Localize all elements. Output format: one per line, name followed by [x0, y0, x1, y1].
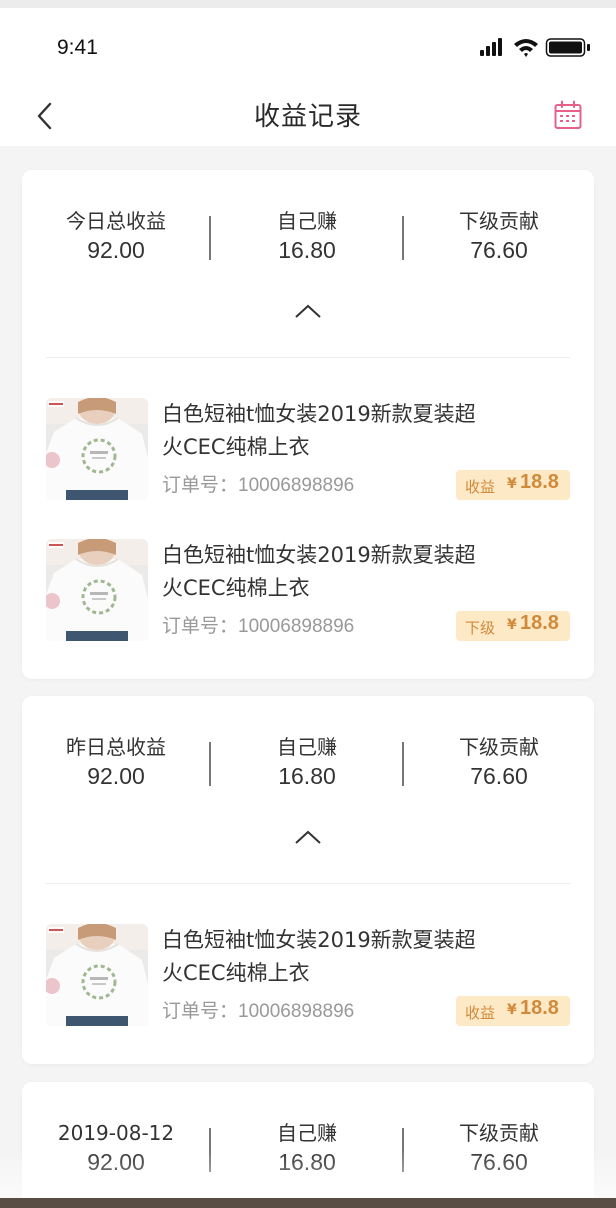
- self-value: 16.80: [278, 763, 336, 789]
- total-column: 2019-08-12 92.00: [21, 1120, 211, 1177]
- total-value: 92.00: [87, 1149, 145, 1175]
- top-strip: [0, 0, 616, 8]
- self-column: 自己赚 16.80: [212, 734, 402, 791]
- separator: [46, 357, 570, 358]
- self-column: 自己赚 16.80: [212, 1120, 402, 1177]
- currency-symbol: ¥: [507, 476, 517, 492]
- calendar-icon[interactable]: [554, 100, 582, 130]
- sub-column: 下级贡献 76.60: [404, 734, 594, 791]
- order-item[interactable]: 白色短袖t恤女装2019新款夏装超火CEC纯棉上衣 订单号：1000689889…: [46, 924, 570, 1026]
- self-value: 16.80: [278, 237, 336, 263]
- total-label: 今日总收益: [66, 209, 166, 233]
- page-title: 收益记录: [253, 102, 362, 132]
- self-label: 自己赚: [277, 209, 337, 233]
- badge-type: 收益: [465, 478, 496, 496]
- earning-badge: 收益 ¥ 18.8: [456, 996, 570, 1026]
- total-column: 今日总收益 92.00: [21, 208, 211, 265]
- status-icons: [480, 38, 590, 57]
- sub-value: 76.60: [470, 237, 528, 263]
- product-thumbnail: [46, 398, 148, 500]
- badge-type: 下级: [465, 619, 496, 637]
- order-label: 订单号：: [162, 615, 239, 637]
- earnings-card-yesterday: 昨日总收益 92.00 自己赚 16.80 下级贡献 76.60 白色短袖t恤女…: [22, 696, 594, 1064]
- signal-icon: [480, 38, 502, 56]
- sub-label: 下级贡献: [459, 735, 539, 759]
- product-title: 白色短袖t恤女装2019新款夏装超火CEC纯棉上衣: [162, 402, 476, 459]
- order-no: 10006898896: [238, 475, 355, 496]
- summary-row: 今日总收益 92.00 自己赚 16.80 下级贡献 76.60: [22, 170, 594, 290]
- sub-value: 76.60: [470, 763, 528, 789]
- product-thumbnail: [46, 539, 148, 641]
- sub-label: 下级贡献: [459, 1121, 539, 1145]
- header: 9:41 收益记录: [0, 0, 616, 146]
- sub-value: 76.60: [470, 1149, 528, 1175]
- collapse-toggle[interactable]: [294, 828, 322, 846]
- summary-row: 2019-08-12 92.00 自己赚 16.80 下级贡献 76.60: [22, 1082, 594, 1202]
- currency-symbol: ¥: [507, 1002, 517, 1018]
- divider: [209, 1128, 211, 1172]
- badge-amount: 18.8: [520, 612, 559, 634]
- divider: [209, 742, 211, 786]
- divider: [209, 216, 211, 260]
- self-label: 自己赚: [277, 735, 337, 759]
- date-label: 2019-08-12: [57, 1121, 175, 1145]
- earnings-card-today: 今日总收益 92.00 自己赚 16.80 下级贡献 76.60 白色短袖t恤女…: [22, 170, 594, 679]
- sub-label: 下级贡献: [459, 209, 539, 233]
- badge-amount: 18.8: [520, 997, 559, 1019]
- total-value: 92.00: [87, 763, 145, 789]
- separator: [46, 883, 570, 884]
- summary-row: 昨日总收益 92.00 自己赚 16.80 下级贡献 76.60: [22, 696, 594, 816]
- sub-column: 下级贡献 76.60: [404, 1120, 594, 1177]
- order-number: 订单号：10006898896: [162, 613, 354, 640]
- earnings-card-date: 2019-08-12 92.00 自己赚 16.80 下级贡献 76.60: [22, 1082, 594, 1208]
- self-column: 自己赚 16.80: [212, 208, 402, 265]
- order-number: 订单号：10006898896: [162, 472, 354, 499]
- total-column: 昨日总收益 92.00: [21, 734, 211, 791]
- order-no: 10006898896: [238, 1001, 355, 1022]
- wifi-icon: [514, 39, 538, 57]
- product-title: 白色短袖t恤女装2019新款夏装超火CEC纯棉上衣: [162, 543, 476, 600]
- order-no: 10006898896: [238, 616, 355, 637]
- earnings-screen: 9:41 收益记录 今日总收益 92.00 自己赚 16.80 下级贡献 76.…: [0, 0, 616, 1208]
- chevron-up-icon: [295, 830, 321, 844]
- order-label: 订单号：: [162, 474, 239, 496]
- total-label: 昨日总收益: [66, 735, 166, 759]
- product-title: 白色短袖t恤女装2019新款夏装超火CEC纯棉上衣: [162, 928, 476, 985]
- status-time: 9:41: [57, 36, 98, 59]
- earning-badge: 下级 ¥ 18.8: [456, 611, 570, 641]
- total-value: 92.00: [87, 237, 145, 263]
- collapse-toggle[interactable]: [294, 302, 322, 320]
- badge-type: 收益: [465, 1004, 496, 1022]
- chevron-up-icon: [295, 304, 321, 318]
- currency-symbol: ¥: [507, 617, 517, 633]
- order-number: 订单号：10006898896: [162, 998, 354, 1025]
- sub-column: 下级贡献 76.60: [404, 208, 594, 265]
- badge-amount: 18.8: [520, 471, 559, 493]
- self-value: 16.80: [278, 1149, 336, 1175]
- order-item[interactable]: 白色短袖t恤女装2019新款夏装超火CEC纯棉上衣 订单号：1000689889…: [46, 398, 570, 500]
- order-label: 订单号：: [162, 1000, 239, 1022]
- product-thumbnail: [46, 924, 148, 1026]
- self-label: 自己赚: [277, 1121, 337, 1145]
- battery-icon: [545, 38, 590, 57]
- earning-badge: 收益 ¥ 18.8: [456, 470, 570, 500]
- order-item[interactable]: 白色短袖t恤女装2019新款夏装超火CEC纯棉上衣 订单号：1000689889…: [46, 539, 570, 641]
- bottom-edge: [0, 1198, 616, 1208]
